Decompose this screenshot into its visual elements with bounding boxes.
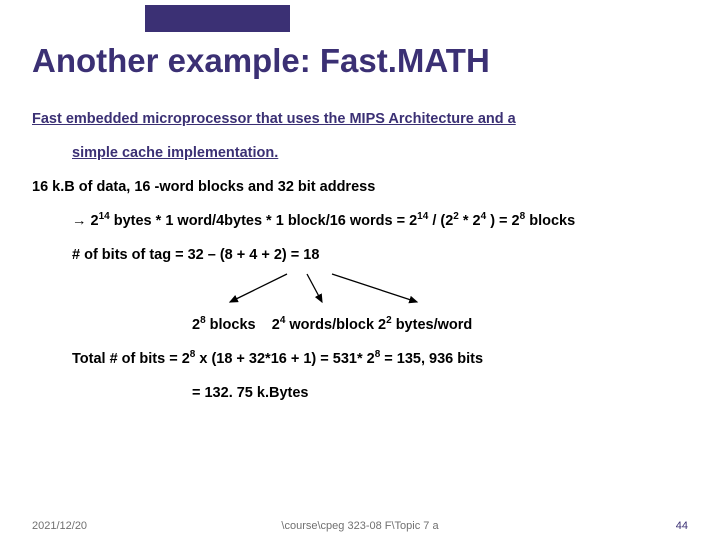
arrow-icon: →: [72, 213, 87, 229]
slide-content: Another example: Fast.MATH Fast embedded…: [0, 42, 720, 411]
total-kb-line: = 132. 75 k.Bytes: [32, 376, 695, 410]
header-accent-bar: [145, 5, 290, 32]
arrow-svg: [92, 272, 492, 308]
total-bits-line: Total # of bits = 28 x (18 + 32*16 + 1) …: [32, 342, 695, 376]
description-line-2: simple cache implementation.: [32, 136, 695, 170]
footer-path: \course\cpeg 323-08 F\Topic 7 a: [0, 520, 720, 532]
annotation-line: 28 blocks 24 words/block 22 bytes/word: [32, 308, 695, 342]
footer-page-number: 44: [676, 520, 688, 532]
slide: Another example: Fast.MATH Fast embedded…: [0, 0, 720, 540]
description-line-1: Fast embedded microprocessor that uses t…: [32, 102, 695, 136]
arrows-diagram: [32, 272, 695, 308]
slide-title: Another example: Fast.MATH: [32, 42, 695, 80]
calc-tag-bits: # of bits of tag = 32 – (8 + 4 + 2) = 18: [32, 238, 695, 272]
calc-blocks: → 214 bytes * 1 word/4bytes * 1 block/16…: [32, 204, 695, 238]
spec-line: 16 k.B of data, 16 -word blocks and 32 b…: [32, 170, 695, 204]
